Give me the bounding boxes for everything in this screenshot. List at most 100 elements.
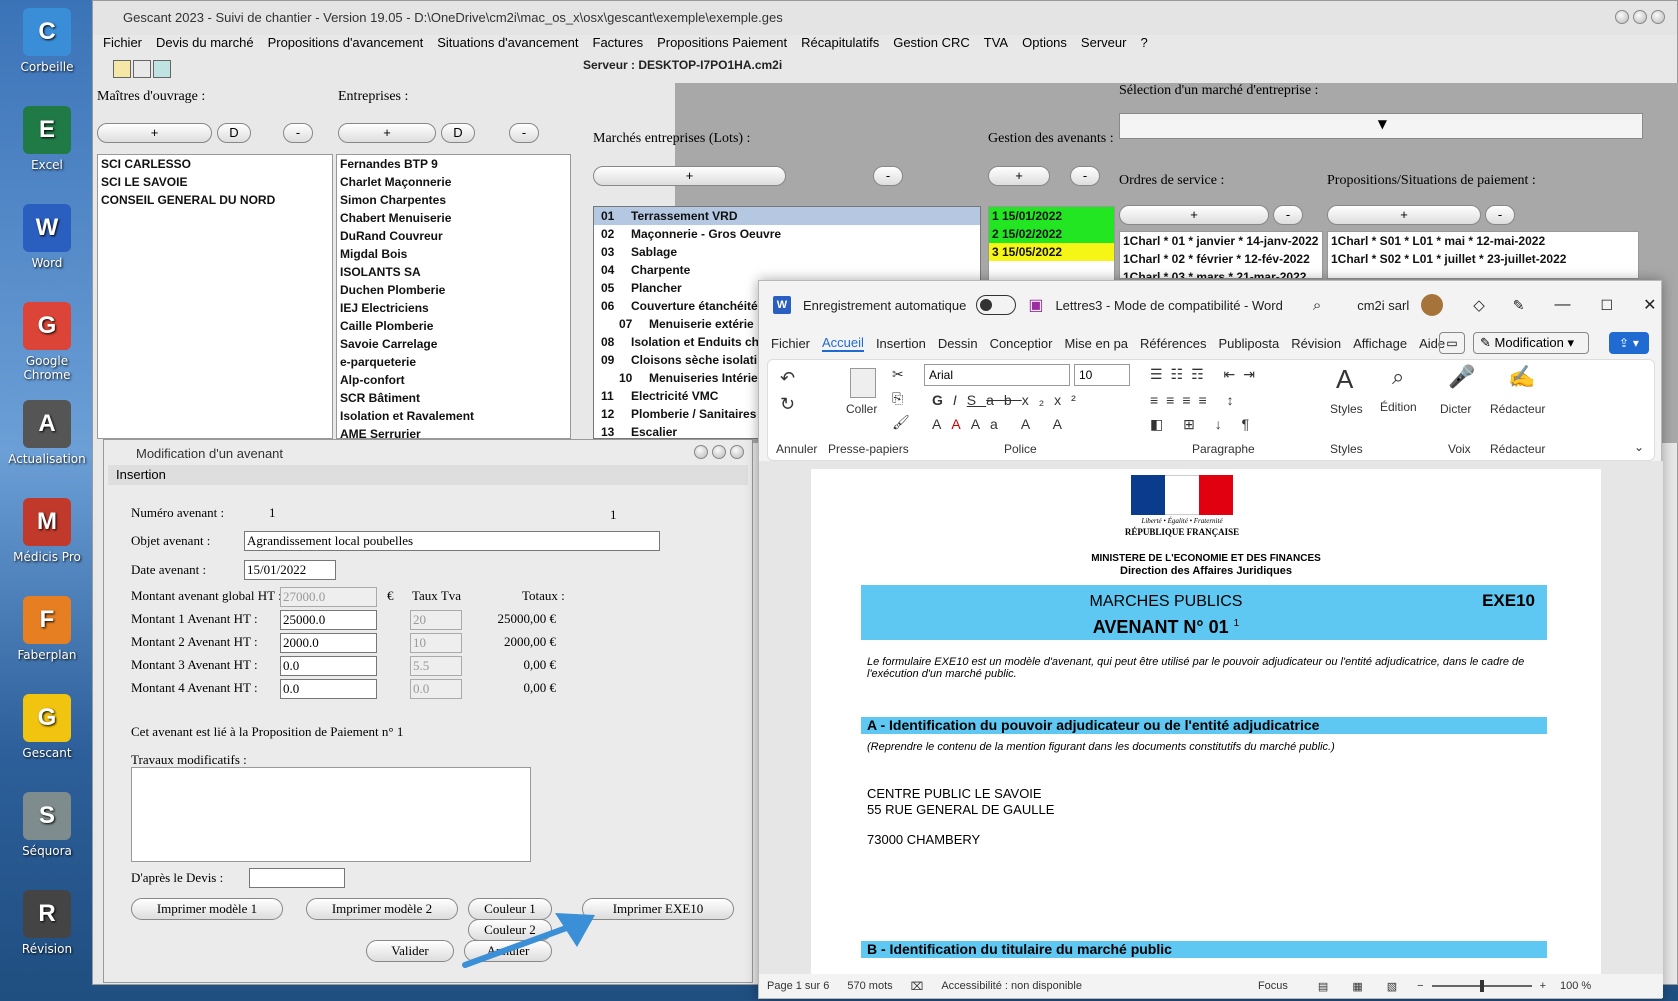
list-item[interactable]: SCR Bâtiment — [337, 389, 570, 407]
add-proposition-button[interactable]: + — [1327, 205, 1481, 225]
maitres-list[interactable]: SCI CARLESSO SCI LE SAVOIE CONSEIL GENERAL… — [97, 154, 333, 439]
lot-row[interactable]: 03 Sablage — [594, 243, 980, 261]
marche-select[interactable]: ▼ — [1119, 113, 1643, 139]
tab-insertion[interactable]: Insertion — [876, 336, 926, 351]
avenant-row[interactable]: 3 15/05/2022 — [989, 243, 1114, 261]
tab-accueil[interactable]: Accueil — [822, 335, 864, 352]
date-input[interactable]: 15/01/2022 — [244, 560, 336, 580]
list-item[interactable]: e-parqueterie — [337, 353, 570, 371]
proofing-icon[interactable]: ⌧ — [911, 980, 924, 993]
desktop-icon[interactable]: G Google Chrome — [4, 302, 90, 382]
tab-publiposta[interactable]: Publiposta — [1219, 336, 1280, 351]
menu-item[interactable]: Fichier — [103, 35, 142, 57]
montant-input[interactable]: 0.0 — [280, 656, 377, 676]
menu-item[interactable]: Factures — [593, 35, 644, 57]
text-effects-icons[interactable]: AAAa A A — [932, 416, 1072, 432]
list-item[interactable]: DuRand Couvreur — [337, 227, 570, 245]
menu-item[interactable]: Serveur — [1081, 35, 1127, 57]
desktop-icon[interactable]: W Word — [4, 204, 90, 270]
cut-icon[interactable]: ✂ — [892, 366, 904, 383]
print-icon[interactable] — [133, 60, 151, 78]
montant-input[interactable]: 25000.0 — [280, 610, 377, 630]
desktop-icon[interactable]: S Séquora — [4, 792, 90, 858]
copy-icon[interactable]: ⎘ — [892, 390, 903, 407]
size-select[interactable]: 10 — [1074, 364, 1130, 386]
word-count[interactable]: 570 mots — [847, 980, 892, 992]
desktop-icon[interactable]: E Excel — [4, 106, 90, 172]
list-item[interactable]: Caille Plomberie — [337, 317, 570, 335]
lot-row[interactable]: 02 Maçonnerie - Gros Oeuvre — [594, 225, 980, 243]
border-icons[interactable]: ◧ ⊞ ↓ ¶ — [1150, 416, 1257, 433]
desktop-icon[interactable]: C Corbeille — [4, 8, 90, 74]
pen-icon[interactable]: ✎ — [1513, 297, 1525, 314]
avenant-row[interactable]: 1 15/01/2022 — [989, 207, 1114, 225]
montant-input[interactable]: 2000.0 — [280, 633, 377, 653]
close-icon[interactable] — [730, 445, 744, 459]
list-item[interactable]: Migdal Bois — [337, 245, 570, 263]
list-item[interactable]: ISOLANTS SA — [337, 263, 570, 281]
avatar[interactable] — [1421, 294, 1444, 316]
remove-avenant-button[interactable]: - — [1070, 166, 1100, 186]
desktop-icon[interactable]: F Faberplan — [4, 596, 90, 662]
page-count[interactable]: Page 1 sur 6 — [767, 980, 829, 992]
zoom-icon[interactable] — [712, 445, 726, 459]
lot-row[interactable]: 01 Terrassement VRD — [594, 207, 980, 225]
redacteur-button-label[interactable]: Rédacteur — [1490, 402, 1545, 416]
menu-item[interactable]: Devis du marché — [156, 35, 254, 57]
menu-item[interactable]: Situations d'avancement — [437, 35, 578, 57]
autosave-toggle[interactable] — [976, 295, 1017, 315]
minimize-icon[interactable] — [694, 445, 708, 459]
share-icon[interactable]: ⇪ ▾ — [1609, 332, 1649, 354]
remove-ordre-button[interactable]: - — [1273, 205, 1303, 225]
edition-search-icon[interactable]: ⌕ — [1392, 364, 1404, 390]
menu-item[interactable]: TVA — [984, 35, 1008, 57]
format-icons[interactable]: GISabx₂x² — [932, 392, 1086, 408]
d-entreprise-button[interactable]: D — [441, 123, 475, 143]
list-item[interactable]: SCI CARLESSO — [98, 155, 332, 173]
list-item[interactable]: AME Serrurier — [337, 425, 570, 438]
list-item[interactable]: Charlet Maçonnerie — [337, 173, 570, 191]
desktop-icon[interactable]: G Gescant — [4, 694, 90, 760]
list-item[interactable]: SCI LE SAVOIE — [98, 173, 332, 191]
read-mode-icon[interactable]: ▤ — [1318, 980, 1328, 993]
list-item[interactable]: 1Charl * S02 * L01 * juillet * 23-juille… — [1328, 250, 1638, 268]
tab-dessin[interactable]: Dessin — [938, 336, 978, 351]
save-icon[interactable] — [153, 60, 171, 78]
document-page[interactable]: Liberté • Égalité • Fraternité RÉPUBLIQU… — [811, 469, 1601, 976]
close-icon[interactable]: ✕ — [1643, 295, 1656, 315]
list-icons[interactable]: ☰☷☶ ⇤⇥ — [1150, 366, 1263, 383]
add-entreprise-button[interactable]: + — [338, 123, 436, 143]
styles-button-label[interactable]: Styles — [1330, 402, 1363, 416]
d-maitre-button[interactable]: D — [217, 123, 251, 143]
list-item[interactable]: Duchen Plomberie — [337, 281, 570, 299]
font-select[interactable]: Arial — [924, 364, 1070, 386]
list-item[interactable]: 1Charl * 01 * janvier * 14-janv-2022 — [1120, 232, 1322, 250]
search-icon[interactable]: ⌕ — [1313, 297, 1321, 314]
tab-conceptior[interactable]: Conceptior — [990, 336, 1053, 351]
travaux-textarea[interactable] — [131, 767, 531, 862]
collapse-ribbon-icon[interactable]: ⌄ — [1634, 440, 1644, 454]
tab-affichage[interactable]: Affichage — [1353, 336, 1407, 351]
entreprises-list[interactable]: Fernandes BTP 9 Charlet Maçonnerie Simon C… — [336, 154, 571, 439]
add-avenant-button[interactable]: + — [988, 166, 1050, 186]
add-lot-button[interactable]: + — [593, 166, 786, 186]
zoom-icon[interactable] — [1633, 10, 1647, 24]
save-icon[interactable]: ▣ — [1028, 295, 1043, 315]
print-model1-button[interactable]: Imprimer modèle 1 — [131, 898, 283, 920]
tab-insertion[interactable]: Insertion — [108, 465, 748, 485]
desktop-icon[interactable]: M Médicis Pro — [4, 498, 90, 564]
add-maitre-button[interactable]: + — [97, 123, 212, 143]
undo-icon[interactable]: ↶ — [780, 368, 795, 389]
zoom-level[interactable]: 100 % — [1560, 980, 1591, 992]
redacteur-icon[interactable]: ✍ — [1508, 364, 1535, 390]
remove-maitre-button[interactable]: - — [283, 123, 313, 143]
mode-button[interactable]: ✎ Modification ▾ — [1473, 332, 1589, 354]
paste-icon[interactable] — [850, 368, 876, 398]
menu-item[interactable]: Propositions d'avancement — [268, 35, 424, 57]
coller-label[interactable]: Coller — [846, 402, 877, 416]
valider-button[interactable]: Valider — [366, 940, 454, 962]
document-area[interactable]: Liberté • Égalité • Fraternité RÉPUBLIQU… — [759, 461, 1663, 976]
tab-miseenpa[interactable]: Mise en pa — [1064, 336, 1128, 351]
zoom-out-icon[interactable]: − — [1417, 980, 1423, 992]
list-item[interactable]: Savoie Carrelage — [337, 335, 570, 353]
